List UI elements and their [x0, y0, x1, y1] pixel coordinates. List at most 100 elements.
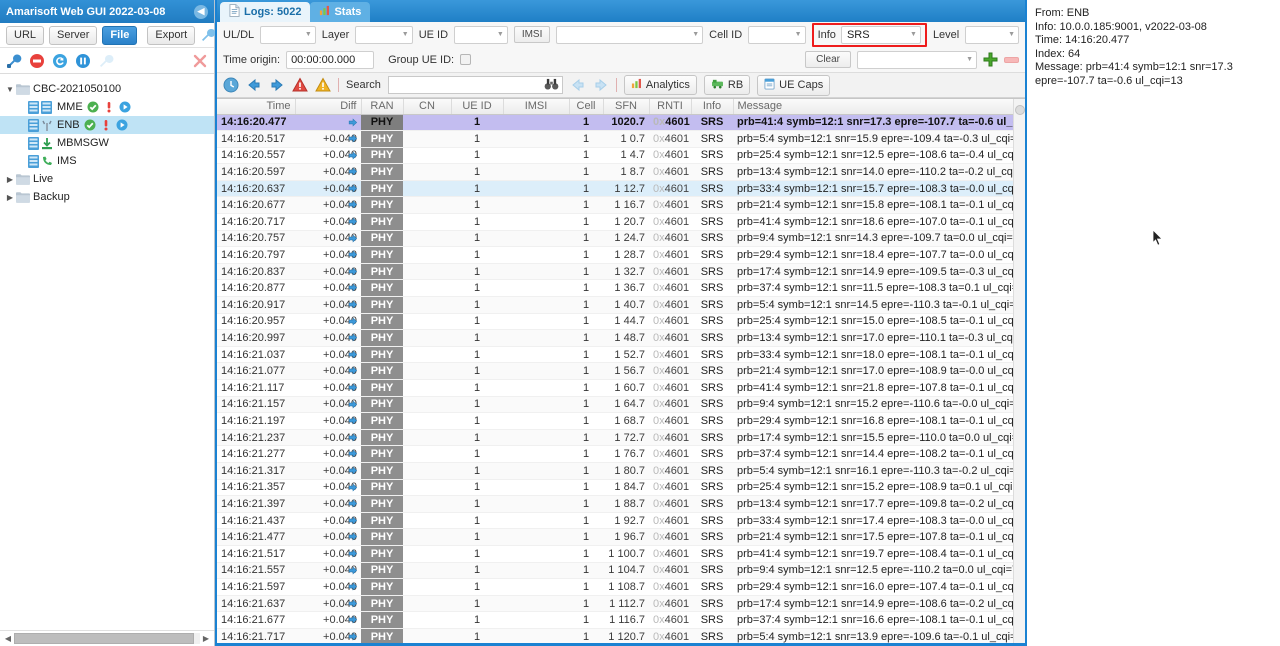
table-row[interactable]: 14:16:21.117 +0.040 PHY 1 1 1 60.7 0x4601 SRS pr…	[217, 379, 1025, 397]
pause-icon[interactable]	[75, 53, 91, 69]
scroll-thumb[interactable]	[14, 633, 195, 644]
binoculars-icon[interactable]	[544, 78, 559, 94]
info-select[interactable]: SRS ▼	[840, 25, 921, 44]
clock-icon[interactable]	[223, 77, 239, 93]
ok-green-icon[interactable]	[84, 119, 96, 131]
table-vscrollbar[interactable]	[1013, 99, 1025, 643]
column-header-ran[interactable]: RAN	[361, 99, 404, 115]
warning-yellow-icon[interactable]	[315, 77, 331, 93]
close-red-icon[interactable]	[192, 53, 208, 69]
table-vscroll-thumb[interactable]	[1015, 105, 1025, 115]
alert-red-icon[interactable]	[100, 119, 112, 131]
table-row[interactable]: 14:16:20.997 +0.040 PHY 1 1 1 48.7 0x4601 SRS pr…	[217, 329, 1025, 347]
forward-blue-icon[interactable]	[269, 77, 285, 93]
column-header-imsi[interactable]: IMSI	[503, 99, 570, 115]
table-row[interactable]: 14:16:21.477 +0.040 PHY 1 1 1 96.7 0x4601 SRS pr…	[217, 528, 1025, 546]
column-header-sfn[interactable]: SFN	[603, 99, 650, 115]
ue-caps-button[interactable]: UE Caps	[757, 74, 831, 96]
table-row[interactable]: 14:16:21.637 +0.040 PHY 1 1 1 112.7 0x4601 SRS p…	[217, 595, 1025, 613]
table-row[interactable]: 14:16:20.837 +0.040 PHY 1 1 1 32.7 0x4601 SRS pr…	[217, 263, 1025, 281]
wrench-icon[interactable]	[6, 53, 22, 69]
time-origin-input[interactable]	[286, 50, 375, 69]
chevron-right-icon[interactable]: ▶	[4, 193, 16, 202]
column-header-diff[interactable]: Diff	[295, 99, 362, 115]
imsi-button[interactable]: IMSI	[513, 26, 551, 43]
table-row[interactable]: 14:16:21.157 +0.040 PHY 1 1 1 64.7 0x4601 SRS pr…	[217, 396, 1025, 414]
table-row[interactable]: 14:16:20.717 +0.040 PHY 1 1 1 20.7 0x4601 SRS pr…	[217, 213, 1025, 231]
plus-green-icon[interactable]	[983, 52, 998, 67]
error-red-icon[interactable]	[292, 77, 308, 93]
cell-id-select[interactable]: ▼	[748, 25, 806, 44]
tab-stats[interactable]: Stats	[310, 2, 371, 22]
column-header-rnti[interactable]: RNTI	[649, 99, 692, 115]
tree-item-ims[interactable]: IMS	[0, 152, 214, 170]
scroll-track[interactable]	[14, 633, 200, 644]
tab-logs[interactable]: Logs: 5022	[220, 2, 311, 22]
table-row[interactable]: 14:16:21.717 +0.040 PHY 1 1 1 120.7 0x4601 SRS p…	[217, 628, 1025, 643]
tree-item-enb[interactable]: ENB	[0, 116, 214, 134]
table-row[interactable]: 14:16:20.757 +0.040 PHY 1 1 1 24.7 0x4601 SRS pr…	[217, 230, 1025, 248]
table-row[interactable]: 14:16:20.917 +0.040 PHY 1 1 1 40.7 0x4601 SRS pr…	[217, 296, 1025, 314]
tree-item-live[interactable]: ▶ Live	[0, 170, 214, 188]
sidebar-hscrollbar[interactable]: ◀ ▶	[0, 630, 214, 646]
layer-select[interactable]: ▼	[355, 25, 413, 44]
column-header-time[interactable]: Time	[217, 99, 296, 115]
table-row[interactable]: 14:16:21.237 +0.040 PHY 1 1 1 72.7 0x4601 SRS pr…	[217, 429, 1025, 447]
preset-select[interactable]: ▼	[857, 50, 977, 69]
table-row[interactable]: 14:16:20.877 +0.040 PHY 1 1 1 36.7 0x4601 SRS pr…	[217, 279, 1025, 298]
search-input[interactable]	[387, 76, 563, 94]
analytics-button[interactable]: Analytics	[623, 75, 697, 95]
chevron-left-icon[interactable]: ◀	[194, 4, 208, 19]
table-row[interactable]: 14:16:21.397 +0.040 PHY 1 1 1 88.7 0x4601 SRS pr…	[217, 495, 1025, 513]
imsi-select[interactable]: ▼	[556, 25, 704, 44]
file-button[interactable]: File	[102, 25, 138, 45]
table-row[interactable]: 14:16:21.317 +0.040 PHY 1 1 1 80.7 0x4601 SRS pr…	[217, 462, 1025, 480]
table-row[interactable]: 14:16:20.557 +0.040 PHY 1 1 1 4.7 0x4601 SRS prb…	[217, 147, 1025, 165]
stop-icon[interactable]	[29, 53, 45, 69]
tree-item-mbmsgw[interactable]: MBMSGW	[0, 134, 214, 152]
server-button[interactable]: Server	[49, 25, 98, 45]
chevron-down-icon[interactable]: ▼	[4, 85, 16, 94]
arrow-right-pale-icon[interactable]	[593, 77, 609, 93]
play-blue-icon[interactable]	[119, 101, 131, 113]
table-row[interactable]: 14:16:20.677 +0.040 PHY 1 1 1 16.7 0x4601 SRS pr…	[217, 196, 1025, 215]
table-row[interactable]: 14:16:20.797 +0.040 PHY 1 1 1 28.7 0x4601 SRS pr…	[217, 246, 1025, 264]
table-row[interactable]: 14:16:21.437 +0.040 PHY 1 1 1 92.7 0x4601 SRS pr…	[217, 512, 1025, 530]
url-button[interactable]: URL	[6, 25, 45, 45]
table-row[interactable]: 14:16:21.037 +0.040 PHY 1 1 1 52.7 0x4601 SRS pr…	[217, 346, 1025, 364]
uldl-select[interactable]: ▼	[260, 25, 316, 44]
table-row[interactable]: 14:16:21.597 +0.040 PHY 1 1 1 108.7 0x4601 SRS p…	[217, 578, 1025, 596]
table-row[interactable]: 14:16:20.477 PHY 1 1 1020.7 0x4601 SRS prb=41:4…	[217, 114, 1025, 132]
tree-item-cbc-2021050100[interactable]: ▼ CBC-2021050100	[0, 80, 214, 98]
column-header-info[interactable]: Info	[691, 99, 734, 115]
tree-item-backup[interactable]: ▶ Backup	[0, 188, 214, 206]
scroll-left-arrow-icon[interactable]: ◀	[2, 633, 14, 645]
column-header-message[interactable]: Message	[733, 99, 1025, 115]
table-row[interactable]: 14:16:20.517 +0.040 PHY 1 1 1 0.7 0x4601 SRS prb…	[217, 130, 1025, 148]
table-row[interactable]: 14:16:21.077 +0.040 PHY 1 1 1 56.7 0x4601 SRS pr…	[217, 362, 1025, 380]
rb-button[interactable]: RB	[703, 75, 751, 95]
group-ue-checkbox[interactable]	[460, 54, 472, 65]
table-row[interactable]: 14:16:20.637 +0.040 PHY 1 1 1 12.7 0x4601 SRS pr…	[217, 180, 1025, 198]
chevron-right-icon[interactable]: ▶	[4, 175, 16, 184]
table-row[interactable]: 14:16:20.597 +0.040 PHY 1 1 1 8.7 0x4601 SRS prb…	[217, 163, 1025, 181]
refresh-icon[interactable]	[52, 53, 68, 69]
table-row[interactable]: 14:16:21.357 +0.040 PHY 1 1 1 84.7 0x4601 SRS pr…	[217, 479, 1025, 497]
back-blue-icon[interactable]	[246, 77, 262, 93]
table-row[interactable]: 14:16:21.517 +0.040 PHY 1 1 1 100.7 0x4601 SRS p…	[217, 545, 1025, 563]
tree-item-mme[interactable]: MME	[0, 98, 214, 116]
wrench-blue-icon[interactable]	[200, 27, 216, 43]
table-row[interactable]: 14:16:21.277 +0.040 PHY 1 1 1 76.7 0x4601 SRS pr…	[217, 445, 1025, 463]
alert-red-icon[interactable]	[103, 101, 115, 113]
column-header-ue-id[interactable]: UE ID	[451, 99, 504, 115]
table-row[interactable]: 14:16:20.957 +0.040 PHY 1 1 1 44.7 0x4601 SRS pr…	[217, 313, 1025, 331]
level-select[interactable]: ▼	[965, 25, 1019, 44]
play-blue-icon[interactable]	[116, 119, 128, 131]
ok-green-icon[interactable]	[87, 101, 99, 113]
minus-red-icon[interactable]	[1004, 56, 1019, 63]
export-button[interactable]: Export	[147, 25, 196, 45]
clear-button[interactable]: Clear	[805, 51, 851, 68]
table-row[interactable]: 14:16:21.197 +0.040 PHY 1 1 1 68.7 0x4601 SRS pr…	[217, 412, 1025, 430]
table-row[interactable]: 14:16:21.677 +0.040 PHY 1 1 1 116.7 0x4601 SRS p…	[217, 611, 1025, 629]
table-row[interactable]: 14:16:21.557 +0.040 PHY 1 1 1 104.7 0x4601 SRS p…	[217, 562, 1025, 580]
